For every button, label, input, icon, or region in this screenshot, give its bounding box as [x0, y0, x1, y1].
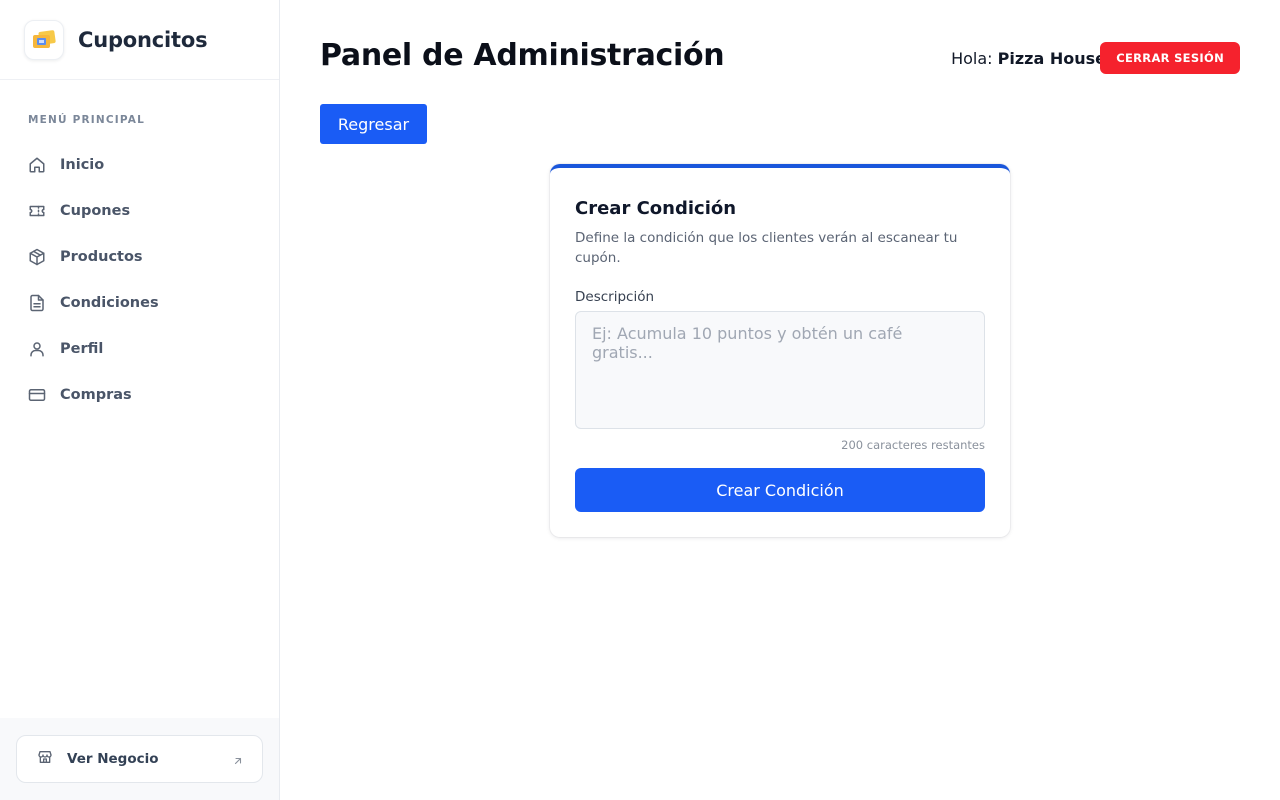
user-name: Pizza House [997, 49, 1106, 68]
back-button[interactable]: Regresar [320, 104, 427, 144]
sidebar-item-compras[interactable]: Compras [16, 372, 264, 418]
create-condition-button[interactable]: Crear Condición [575, 468, 985, 512]
greeting-prefix: Hola: [951, 49, 993, 68]
sidebar: Cuponcitos MENÚ PRINCIPAL Inicio Cupones… [0, 0, 280, 800]
sidebar-item-label: Inicio [60, 157, 105, 173]
card-description: Define la condición que los clientes ver… [575, 230, 958, 266]
logout-button[interactable]: CERRAR SESIÓN [1100, 42, 1240, 74]
brand-logo-icon [24, 19, 64, 60]
sidebar-item-label: Condiciones [60, 295, 159, 311]
sidebar-item-inicio[interactable]: Inicio [16, 142, 264, 188]
description-textarea[interactable] [575, 311, 985, 429]
home-icon [28, 156, 46, 174]
sidebar-item-perfil[interactable]: Perfil [16, 326, 264, 372]
sidebar-item-label: Perfil [60, 341, 104, 357]
sidebar-item-cupones[interactable]: Cupones [16, 188, 264, 234]
store-icon [37, 749, 53, 769]
main-content: Panel de Administración Hola: Pizza Hous… [280, 0, 1280, 800]
sidebar-item-productos[interactable]: Productos [16, 234, 264, 280]
sidebar-item-label: Compras [60, 387, 132, 403]
sidebar-item-condiciones[interactable]: Condiciones [16, 280, 264, 326]
card-title: Crear Condición [575, 198, 737, 219]
ver-negocio-label: Ver Negocio [67, 751, 159, 767]
page-title: Panel de Administración [320, 38, 725, 73]
ver-negocio-button[interactable]: Ver Negocio [16, 735, 263, 783]
sidebar-item-label: Cupones [60, 203, 131, 219]
credit-card-icon [28, 386, 46, 404]
ticket-icon [28, 202, 46, 220]
sidebar-footer: Ver Negocio [0, 718, 279, 800]
arrow-up-right-icon [232, 752, 244, 771]
document-icon [28, 294, 46, 312]
create-condition-card: Crear Condición Define la condición que … [550, 164, 1010, 537]
menu-heading: MENÚ PRINCIPAL [28, 114, 146, 126]
package-icon [28, 248, 46, 266]
user-icon [28, 340, 46, 358]
sidebar-item-label: Productos [60, 249, 143, 265]
description-label: Descripción [575, 289, 655, 305]
brand: Cuponcitos [0, 0, 279, 80]
user-greeting: Hola: Pizza House [951, 49, 1106, 68]
char-count: 200 caracteres restantes [841, 438, 985, 452]
app-name: Cuponcitos [78, 27, 208, 52]
main-menu: Inicio Cupones Productos Condiciones Per… [16, 142, 264, 418]
